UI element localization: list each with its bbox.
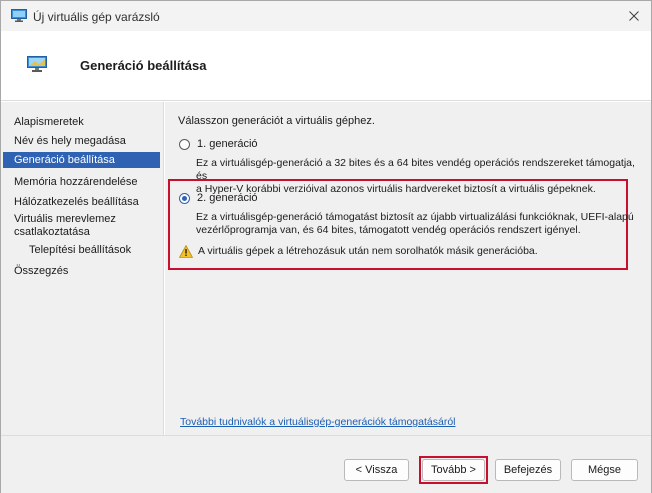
finish-button[interactable]: Befejezés	[495, 459, 561, 481]
title-bar: Új virtuális gép varázsló	[1, 1, 651, 31]
sidebar-item-summary[interactable]: Összegzés	[3, 263, 160, 279]
instruction-text: Válasszon generációt a virtuális géphez.	[178, 115, 375, 127]
gen2-label[interactable]: 2. generáció	[197, 192, 258, 204]
back-button[interactable]: < Vissza	[344, 459, 409, 481]
warning-icon	[178, 244, 194, 258]
close-icon	[629, 11, 639, 21]
sidebar-item-virtual-disk[interactable]: Virtuális merevlemez csatlakoztatása	[3, 212, 153, 240]
gen1-label[interactable]: 1. generáció	[197, 138, 258, 150]
sidebar-item-name-location[interactable]: Név és hely megadása	[3, 133, 160, 149]
next-button[interactable]: Tovább >	[422, 459, 485, 481]
main-content: Válasszon generációt a virtuális géphez.…	[165, 102, 651, 435]
page-title: Generáció beállítása	[80, 58, 207, 73]
monitor-icon	[11, 9, 27, 22]
sidebar-item-generation[interactable]: Generáció beállítása	[3, 152, 160, 168]
gen2-description-line: vezérlőprogramja van, és 64 bites, támog…	[196, 224, 581, 236]
gen2-description-line: Ez a virtuálisgép-generáció támogatást b…	[196, 211, 634, 223]
warning-text: A virtuális gépek a létrehozásuk után ne…	[198, 245, 538, 257]
gen2-radio[interactable]	[179, 193, 190, 204]
page-header: Generáció beállítása	[1, 31, 651, 101]
sidebar-item-networking[interactable]: Hálózatkezelés beállítása	[3, 194, 160, 210]
gen1-radio[interactable]	[179, 139, 190, 150]
generation-support-link[interactable]: További tudnivalók a virtuálisgép-generá…	[180, 416, 456, 428]
gen2-description: Ez a virtuálisgép-generáció támogatást b…	[196, 211, 646, 237]
cancel-button[interactable]: Mégse	[571, 459, 638, 481]
wizard-footer: < Vissza Tovább > Befejezés Mégse	[1, 435, 651, 493]
sidebar-item-install-options[interactable]: Telepítési beállítások	[3, 242, 160, 258]
sidebar-item-memory[interactable]: Memória hozzárendelése	[3, 174, 160, 190]
monitor-icon	[27, 56, 47, 72]
close-button[interactable]	[617, 1, 651, 31]
wizard-steps-sidebar: Alapismeretek Név és hely megadása Gener…	[1, 102, 164, 435]
wizard-window: Új virtuális gép varázsló Generáció beál…	[0, 0, 652, 493]
window-title: Új virtuális gép varázsló	[33, 10, 160, 24]
sidebar-item-basics[interactable]: Alapismeretek	[3, 114, 160, 130]
